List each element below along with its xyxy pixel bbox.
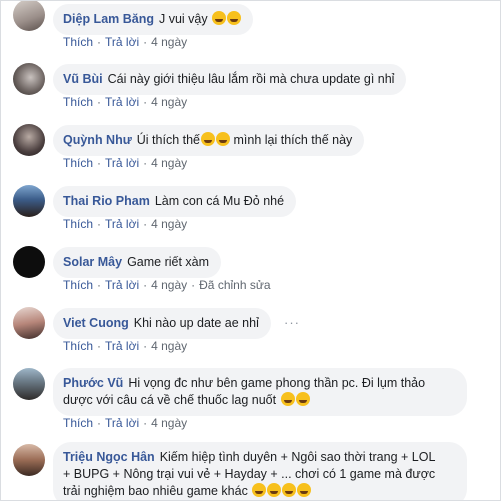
comment-bubble: Phước Vũ Hi vọng đc như bên game phong th… (53, 368, 467, 416)
comment-text: Hi vọng đc như bên game phong thần pc. Đ… (128, 376, 426, 390)
comment-actions: Thích · Trả lời · 4 ngày (63, 339, 188, 353)
comment-time[interactable]: 4 ngày (151, 156, 187, 170)
rofl-emoji-icon (297, 483, 312, 497)
comment-text: + BUPG + Nông trại vui vẻ + Hayday + ...… (63, 467, 436, 481)
comment-time[interactable]: 4 ngày (151, 416, 187, 430)
avatar[interactable] (13, 185, 45, 217)
comment-line: Phước Vũ Hi vọng đc như bên game phong th… (63, 375, 455, 392)
avatar[interactable] (13, 307, 45, 339)
reply-link[interactable]: Trả lời (105, 339, 139, 353)
comment-author[interactable]: Triệu Ngọc Hân (63, 450, 155, 464)
comment-time[interactable]: 4 ngày (151, 95, 187, 109)
smiling-emoji-icon (295, 392, 310, 406)
comment-actions: Thích · Trả lời · 4 ngày (63, 35, 188, 49)
comment-time[interactable]: 4 ngày (151, 217, 187, 231)
like-link[interactable]: Thích (63, 339, 93, 353)
comment-text: Úi thích thế (136, 133, 201, 147)
comment-author[interactable]: Diệp Lam Băng (63, 12, 154, 26)
reply-link[interactable]: Trả lời (105, 35, 139, 49)
avatar[interactable] (13, 63, 45, 95)
comment-actions: Thích · Trả lời · 4 ngày (63, 95, 188, 109)
laughing-emoji-icon (201, 132, 216, 146)
like-link[interactable]: Thích (63, 35, 93, 49)
comment-bubble: Viet Cuong Khi nào up date ae nhỉ (53, 308, 271, 339)
comment-text: Kiếm hiệp tình duyên + Ngôi sao thời tra… (159, 450, 436, 464)
reply-link[interactable]: Trả lời (105, 156, 139, 170)
comment-text: Khi nào up date ae nhỉ (133, 316, 259, 330)
comment-text: Game riết xàm (127, 255, 210, 269)
comment-time[interactable]: 4 ngày (151, 339, 187, 353)
laughing-emoji-icon (227, 11, 242, 25)
comment-bubble: Quỳnh Như Úi thích thế mình lại thích thế… (53, 125, 365, 156)
reply-link[interactable]: Trả lời (105, 278, 139, 292)
comment-text-continued: mình lại thích thế này (230, 133, 353, 147)
avatar[interactable] (13, 246, 45, 278)
laughing-emoji-icon (212, 11, 227, 25)
laughing-emoji-icon (216, 132, 231, 146)
like-link[interactable]: Thích (63, 95, 93, 109)
comment-author[interactable]: Thai Rio Pham (63, 194, 150, 208)
smiling-emoji-icon (280, 392, 295, 406)
comment-text: trải nghiệm bao nhiêu game khác (63, 484, 248, 498)
like-link[interactable]: Thích (63, 217, 93, 231)
comment-author[interactable]: Vũ Bùi (63, 72, 103, 86)
comment-line: Triệu Ngọc Hân Kiếm hiệp tình duyên + Ngô… (63, 449, 455, 466)
like-link[interactable]: Thích (63, 156, 93, 170)
rofl-emoji-icon (282, 483, 297, 497)
comment-bubble: Thai Rio Pham Làm con cá Mu Đỏ nhé (53, 186, 297, 217)
comment-actions: Thích · Trả lời · 4 ngày (63, 217, 188, 231)
comment-author[interactable]: Quỳnh Như (63, 133, 132, 147)
comment-time[interactable]: 4 ngày (151, 278, 187, 292)
reply-link[interactable]: Trả lời (105, 217, 139, 231)
comment-bubble: Vũ Bùi Cái này giới thiệu lâu lắm rồi mà … (53, 64, 407, 95)
comment-text: Làm con cá Mu Đỏ nhé (154, 194, 285, 208)
comment-text: J vui vậy (159, 12, 208, 26)
rofl-emoji-icon (252, 483, 267, 497)
avatar[interactable] (13, 1, 45, 31)
comment-bubble: Solar Mây Game riết xàm (53, 247, 222, 278)
comment-author[interactable]: Solar Mây (63, 255, 122, 269)
comment-author[interactable]: Viet Cuong (63, 316, 129, 330)
comment-line: + BUPG + Nông trại vui vẻ + Hayday + ...… (63, 466, 455, 483)
comment-time[interactable]: 4 ngày (151, 35, 187, 49)
more-options-icon[interactable]: ··· (284, 315, 300, 330)
edited-label[interactable]: Đã chỉnh sửa (199, 278, 270, 292)
comment-author[interactable]: Phước Vũ (63, 376, 123, 390)
reply-link[interactable]: Trả lời (105, 95, 139, 109)
comment-actions: Thích · Trả lời · 4 ngày (63, 156, 188, 170)
reply-link[interactable]: Trả lời (105, 416, 139, 430)
comment-bubble: Diệp Lam Băng J vui vậy (53, 4, 254, 35)
comment-text: dược với câu cá về chế thuốc lag nuốt (63, 393, 277, 407)
comment-actions: Thích · Trả lời · 4 ngày (63, 416, 188, 430)
comment-line: trải nghiệm bao nhiêu game khác (63, 483, 455, 500)
comment-thread: Diệp Lam Băng J vui vậy Thích · Trả lời · 4 n… (0, 0, 501, 501)
comment-text: Cái này giới thiệu lâu lắm rồi mà chưa u… (107, 72, 395, 86)
comment-line: dược với câu cá về chế thuốc lag nuốt (63, 392, 455, 409)
avatar[interactable] (13, 444, 45, 476)
rofl-emoji-icon (267, 483, 282, 497)
avatar[interactable] (13, 124, 45, 156)
comment-actions: Thích · Trả lời · 4 ngày · Đã chỉnh sửa (63, 278, 271, 292)
like-link[interactable]: Thích (63, 416, 93, 430)
like-link[interactable]: Thích (63, 278, 93, 292)
avatar[interactable] (13, 368, 45, 400)
comment-bubble: Triệu Ngọc Hân Kiếm hiệp tình duyên + Ngô… (53, 442, 467, 500)
